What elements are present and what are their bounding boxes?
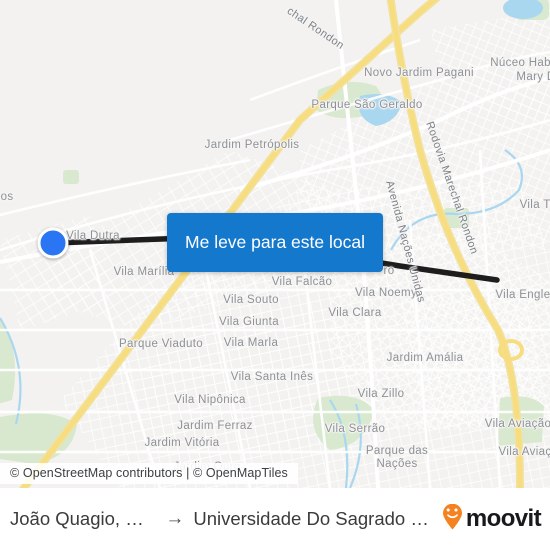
moovit-wordmark: moovit xyxy=(465,505,542,532)
origin-dot[interactable] xyxy=(37,227,69,259)
trip-destination: Universidade Do Sagrado Cora... xyxy=(193,508,442,529)
trip-summary: João Quagio, Qd.... → Universidade Do Sa… xyxy=(0,508,442,530)
map-canvas[interactable]: Novo Jardim PaganiNúceo HabiMary DParque… xyxy=(0,0,550,488)
moovit-map-screenshot: Novo Jardim PaganiNúceo HabiMary DParque… xyxy=(0,0,550,550)
map-attribution[interactable]: © OpenStreetMap contributors | © OpenMap… xyxy=(0,463,298,484)
arrow-right-icon: → xyxy=(165,508,185,529)
bottom-trip-bar: João Quagio, Qd.... → Universidade Do Sa… xyxy=(0,488,550,550)
moovit-logo[interactable]: moovit xyxy=(442,503,550,535)
trip-origin: João Quagio, Qd.... xyxy=(10,508,157,529)
take-me-there-button[interactable]: Me leve para este local xyxy=(167,213,383,272)
moovit-pin-smile-icon xyxy=(442,503,463,535)
take-me-there-label: Me leve para este local xyxy=(185,232,365,252)
